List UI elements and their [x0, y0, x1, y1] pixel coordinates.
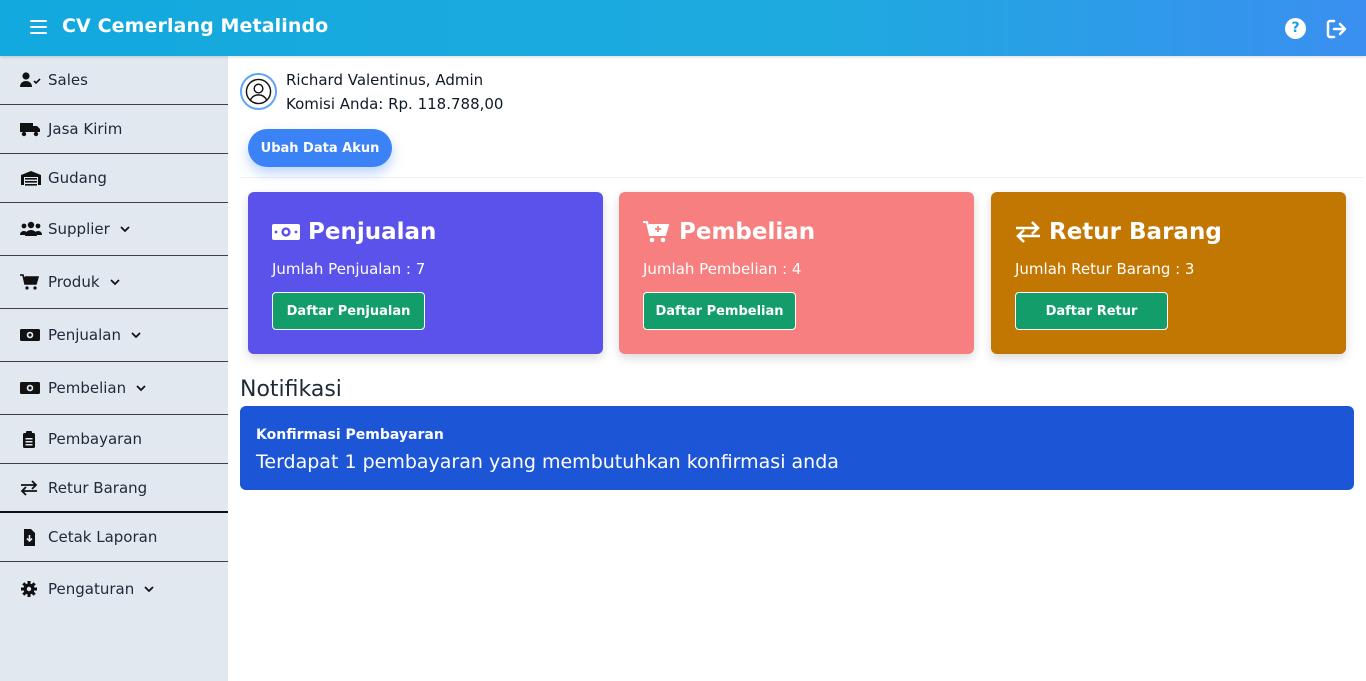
sidebar-item-label: Pembayaran [48, 430, 142, 448]
sidebar-item-label: Produk [48, 273, 100, 291]
sidebar-item-sales[interactable]: Sales [0, 56, 228, 105]
money-bill-icon [20, 326, 42, 344]
sidebar-item-label: Cetak Laporan [48, 528, 158, 546]
purchase-count: Jumlah Pembelian : 4 [643, 260, 802, 278]
return-count: Jumlah Retur Barang : 3 [1015, 260, 1195, 278]
warehouse-icon [20, 169, 42, 187]
sidebar-item-label: Supplier [48, 220, 110, 238]
sidebar-item-pengaturan[interactable]: Pengaturan [0, 562, 228, 615]
sidebar-item-pembelian[interactable]: Pembelian [0, 362, 228, 415]
sidebar-item-label: Jasa Kirim [48, 120, 123, 138]
chevron-down-icon [144, 585, 154, 592]
chevron-down-icon [131, 332, 141, 339]
cart-plus-icon [643, 221, 670, 243]
sales-list-button[interactable]: Daftar Penjualan [272, 292, 425, 330]
exchange-icon [1016, 221, 1040, 243]
sidebar-item-label: Gudang [48, 169, 107, 187]
sidebar-item-penjualan[interactable]: Penjualan [0, 309, 228, 362]
sidebar: Sales Jasa Kirim Gudang Supplier Produk … [0, 56, 228, 681]
commission-text: Komisi Anda: Rp. 118.788,00 [286, 95, 504, 113]
sidebar-item-supplier[interactable]: Supplier [0, 203, 228, 256]
chevron-down-icon [109, 279, 120, 286]
cart-plus-icon [20, 273, 42, 291]
chevron-down-icon [120, 226, 130, 233]
app-title: CV Cemerlang Metalindo [62, 15, 329, 37]
notifications-heading: Notifikasi [240, 377, 342, 402]
sales-card-title-row: Penjualan [272, 219, 436, 245]
users-icon [20, 220, 42, 238]
truck-icon [20, 120, 42, 138]
return-list-button[interactable]: Daftar Retur [1015, 292, 1168, 330]
sign-out-icon[interactable] [1324, 17, 1348, 41]
question-circle-icon[interactable]: ? [1285, 18, 1306, 39]
notification-text: Terdapat 1 pembayaran yang membutuhkan k… [256, 451, 839, 473]
chevron-down-icon [136, 385, 146, 392]
money-bill-icon [20, 379, 42, 397]
notification-title: Konfirmasi Pembayaran [256, 427, 444, 443]
sidebar-item-label: Pengaturan [48, 579, 135, 598]
sidebar-item-label: Sales [48, 71, 88, 89]
sidebar-item-pembayaran[interactable]: Pembayaran [0, 415, 228, 464]
clipboard-list-icon [20, 430, 42, 448]
sidebar-item-label: Pembelian [48, 379, 127, 397]
user-name: Richard Valentinus, Admin [286, 71, 484, 89]
sidebar-item-cetak-laporan[interactable]: Cetak Laporan [0, 513, 228, 562]
user-circle-icon [245, 78, 272, 105]
money-bill-icon [272, 224, 300, 240]
file-download-icon [20, 528, 42, 546]
menu-toggle-icon[interactable] [30, 20, 47, 34]
notification-item[interactable]: Konfirmasi Pembayaran Terdapat 1 pembaya… [240, 406, 1354, 490]
purchase-list-button[interactable]: Daftar Pembelian [643, 292, 796, 330]
sales-card-title: Penjualan [308, 219, 437, 245]
top-navbar: CV Cemerlang Metalindo ? [0, 0, 1366, 56]
sidebar-item-label: Retur Barang [48, 478, 148, 497]
purchase-card-title: Pembelian [679, 219, 816, 245]
avatar [240, 73, 277, 110]
return-card-title-row: Retur Barang [1015, 219, 1222, 245]
edit-account-button[interactable]: Ubah Data Akun [248, 129, 392, 167]
purchase-card-title-row: Pembelian [643, 219, 815, 245]
exchange-icon [20, 479, 42, 497]
return-card-title: Retur Barang [1049, 219, 1222, 245]
purchase-card: Pembelian Jumlah Pembelian : 4 Daftar Pe… [619, 192, 974, 354]
sidebar-item-jasa-kirim[interactable]: Jasa Kirim [0, 105, 228, 154]
sidebar-item-produk[interactable]: Produk [0, 256, 228, 309]
sidebar-item-label: Penjualan [48, 326, 121, 344]
user-check-icon [20, 71, 42, 89]
profile-card: Richard Valentinus, Admin Komisi Anda: R… [240, 68, 1364, 178]
cog-icon [20, 580, 42, 598]
main-content: Richard Valentinus, Admin Komisi Anda: R… [228, 56, 1366, 681]
sidebar-item-retur-barang[interactable]: Retur Barang [0, 464, 228, 513]
return-card: Retur Barang Jumlah Retur Barang : 3 Daf… [991, 192, 1346, 354]
sidebar-item-gudang[interactable]: Gudang [0, 154, 228, 203]
sales-card: Penjualan Jumlah Penjualan : 7 Daftar Pe… [248, 192, 603, 354]
sales-count: Jumlah Penjualan : 7 [272, 260, 426, 278]
